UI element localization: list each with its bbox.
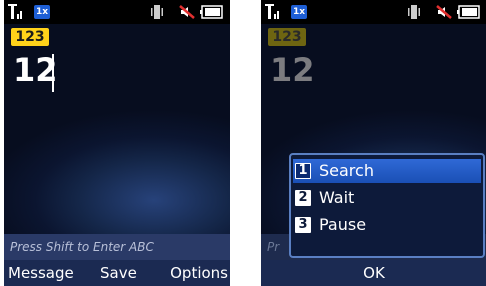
input-hint: Press Shift to Enter ABC: [4, 234, 230, 260]
softkey-bar: OK: [261, 260, 486, 286]
phone-screen-right: 1x 123 12 Pr 1 Search 2 Wait 3 Pause OK: [261, 0, 486, 286]
menu-item-search[interactable]: 1 Search: [293, 159, 481, 183]
dialed-number: 12: [270, 51, 315, 89]
signal-strength-icon: [265, 3, 281, 21]
battery-icon: [457, 3, 481, 21]
menu-item-pause[interactable]: 3 Pause: [293, 213, 481, 237]
vibrate-icon: [150, 3, 164, 21]
input-mode-badge[interactable]: 123: [11, 28, 49, 46]
options-popup-menu: 1 Search 2 Wait 3 Pause: [289, 153, 485, 258]
menu-item-number: 2: [295, 190, 311, 206]
menu-item-number: 1: [295, 163, 311, 179]
input-mode-badge: 123: [268, 28, 306, 46]
vibrate-icon: [407, 3, 421, 21]
1x-network-icon: 1x: [34, 5, 50, 19]
options-softkey[interactable]: Options: [170, 260, 228, 286]
dialed-number: 12: [13, 51, 58, 89]
phone-screen-left: 1x 123 12 Press Shift to Enter ABC Messa…: [4, 0, 230, 286]
menu-item-label: Search: [319, 161, 374, 180]
menu-item-label: Pause: [319, 215, 367, 234]
1x-network-icon: 1x: [291, 5, 307, 19]
mute-icon: [435, 3, 453, 21]
menu-item-wait[interactable]: 2 Wait: [293, 186, 481, 210]
softkey-bar: Message Save Options: [4, 260, 230, 286]
ok-softkey[interactable]: OK: [261, 260, 486, 286]
mute-icon: [178, 3, 196, 21]
battery-icon: [200, 3, 224, 21]
menu-item-label: Wait: [319, 188, 355, 207]
message-softkey[interactable]: Message: [8, 260, 74, 286]
signal-strength-icon: [8, 3, 24, 21]
text-cursor: [52, 54, 54, 92]
menu-item-number: 3: [295, 217, 311, 233]
status-bar: 1x: [261, 0, 486, 24]
save-softkey[interactable]: Save: [100, 260, 137, 286]
status-bar: 1x: [4, 0, 230, 24]
